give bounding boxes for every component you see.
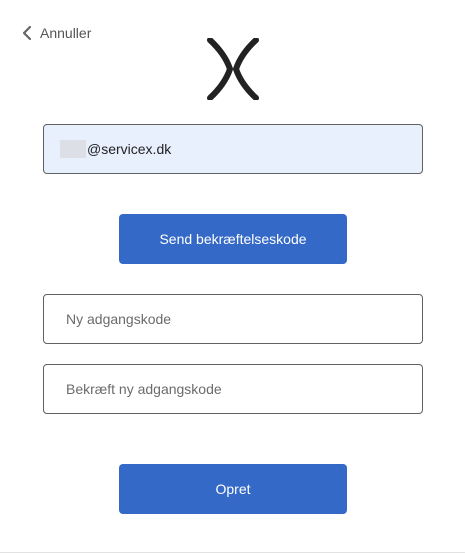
create-button[interactable]: Opret — [119, 464, 347, 514]
email-field[interactable]: @servicex.dk — [43, 124, 423, 174]
confirm-password-input[interactable] — [43, 364, 423, 414]
cancel-label: Annuller — [40, 25, 92, 41]
redacted-email-prefix — [60, 140, 86, 158]
email-domain-text: @servicex.dk — [87, 141, 172, 157]
x-logo-icon — [205, 38, 261, 100]
new-password-input[interactable] — [43, 294, 423, 344]
bottom-divider — [0, 552, 465, 553]
send-verification-code-button[interactable]: Send bekræftelseskode — [119, 214, 347, 264]
chevron-left-icon — [20, 25, 34, 41]
cancel-link[interactable]: Annuller — [20, 23, 91, 43]
